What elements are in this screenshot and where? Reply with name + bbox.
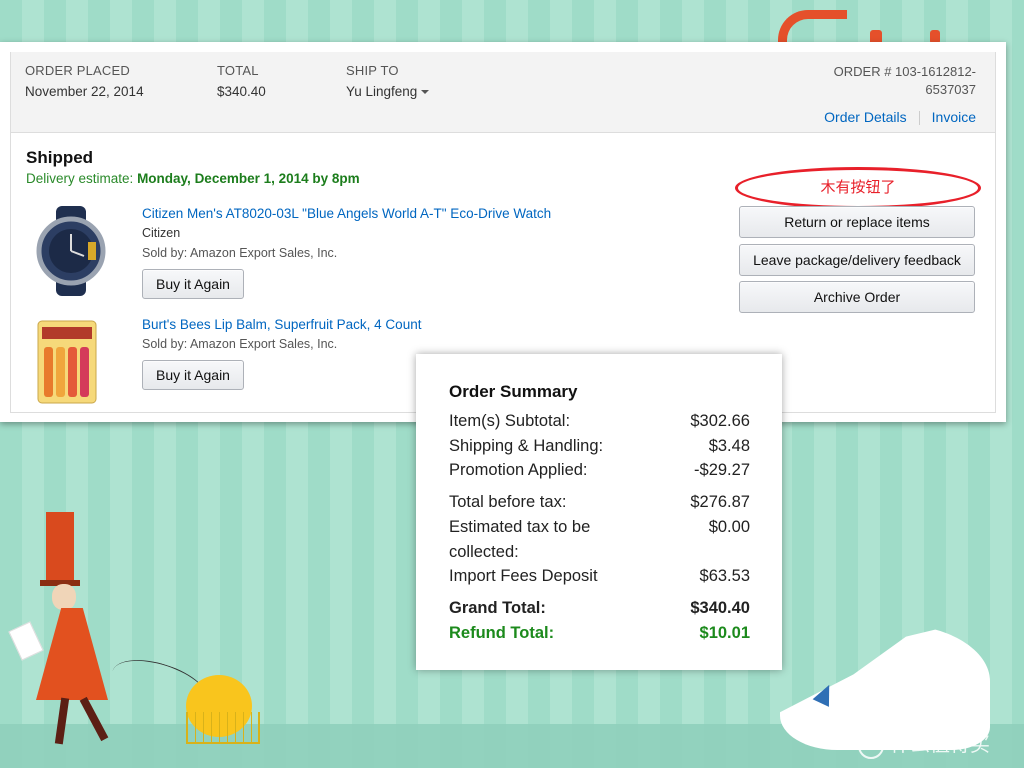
order-number-line1: ORDER # 103-1612812- bbox=[833, 64, 976, 79]
summary-label: Estimated tax to be bbox=[449, 518, 591, 536]
ship-to-dropdown[interactable]: Yu Lingfeng bbox=[346, 84, 430, 99]
order-links: Order Details Invoice bbox=[824, 109, 976, 126]
delivery-estimate: Delivery estimate: Monday, December 1, 2… bbox=[26, 171, 360, 186]
lip-balm-thumbnail[interactable] bbox=[26, 317, 116, 407]
invoice-link[interactable]: Invoice bbox=[932, 109, 976, 125]
watermark: 什么值得买 bbox=[858, 728, 990, 759]
summary-value: $0.00 bbox=[708, 518, 750, 536]
total-value: $340.40 bbox=[217, 84, 266, 99]
delivery-feedback-button[interactable]: Leave package/delivery feedback bbox=[739, 244, 975, 276]
summary-label: Promotion Applied: bbox=[449, 461, 588, 479]
order-header: ORDER PLACED November 22, 2014 TOTAL $34… bbox=[11, 52, 995, 133]
ship-to-column: SHIP TO Yu Lingfeng bbox=[346, 63, 430, 99]
summary-value: $302.66 bbox=[690, 412, 750, 430]
delivery-label: Delivery estimate: bbox=[26, 171, 134, 186]
summary-label: Grand Total: bbox=[449, 599, 546, 617]
order-placed-label: ORDER PLACED bbox=[25, 63, 130, 78]
buy-again-button[interactable]: Buy it Again bbox=[142, 360, 244, 390]
buy-again-button[interactable]: Buy it Again bbox=[142, 269, 244, 299]
watch-thumbnail[interactable] bbox=[26, 206, 116, 296]
annotation-ellipse: 木有按钮了 bbox=[735, 167, 981, 209]
person-illustration bbox=[52, 584, 76, 610]
order-placed-date: November 22, 2014 bbox=[25, 84, 144, 99]
summary-value: $3.48 bbox=[708, 437, 750, 455]
summary-row: Estimated tax to be collected: $0.00 bbox=[449, 518, 750, 568]
ship-to-label: SHIP TO bbox=[346, 63, 399, 78]
return-replace-button[interactable]: Return or replace items bbox=[739, 206, 975, 238]
summary-value: $276.87 bbox=[690, 493, 750, 511]
archive-order-button[interactable]: Archive Order bbox=[739, 281, 975, 313]
caret-down-icon bbox=[421, 90, 430, 95]
delivery-date: Monday, December 1, 2014 by 8pm bbox=[137, 171, 360, 186]
summary-label: Refund Total: bbox=[449, 624, 555, 642]
total-column: TOTAL $340.40 bbox=[217, 63, 266, 99]
summary-label-line2: collected: bbox=[449, 543, 519, 561]
summary-value: $10.01 bbox=[699, 624, 750, 642]
order-summary-title: Order Summary bbox=[449, 382, 578, 401]
product-brand: Citizen bbox=[142, 226, 181, 240]
shipment-status: Shipped bbox=[26, 148, 94, 167]
summary-value: $340.40 bbox=[690, 599, 750, 617]
summary-value: -$29.27 bbox=[694, 461, 750, 479]
summary-value: $63.53 bbox=[699, 567, 750, 585]
cart-illustration bbox=[186, 712, 260, 744]
order-number-line2: 6537037 bbox=[925, 82, 976, 97]
summary-label: Item(s) Subtotal: bbox=[449, 412, 571, 430]
list-item: Citizen Men's AT8020-03L "Blue Angels Wo… bbox=[26, 206, 626, 306]
summary-label: Import Fees Deposit bbox=[449, 567, 598, 585]
ship-to-name: Yu Lingfeng bbox=[346, 84, 418, 99]
paper-illustration bbox=[8, 621, 44, 661]
sold-by: Sold by: Amazon Export Sales, Inc. bbox=[142, 246, 338, 260]
sold-by: Sold by: Amazon Export Sales, Inc. bbox=[142, 337, 338, 351]
summary-label: Total before tax: bbox=[449, 493, 567, 511]
summary-label: Shipping & Handling: bbox=[449, 437, 604, 455]
person-illustration bbox=[36, 608, 108, 700]
watermark-text: 什么值得买 bbox=[890, 734, 990, 756]
order-summary-popup: Order Summary Item(s) Subtotal: $302.66 … bbox=[416, 354, 782, 670]
total-label: TOTAL bbox=[217, 63, 259, 78]
person-illustration bbox=[46, 512, 74, 582]
product-title-link[interactable]: Citizen Men's AT8020-03L "Blue Angels Wo… bbox=[142, 206, 551, 221]
order-number: ORDER # 103-1612812- 6537037 bbox=[834, 63, 976, 99]
product-title-link[interactable]: Burt's Bees Lip Balm, Superfruit Pack, 4… bbox=[142, 317, 421, 332]
watermark-icon bbox=[858, 732, 884, 759]
divider bbox=[918, 111, 920, 126]
order-details-link[interactable]: Order Details bbox=[824, 109, 906, 125]
order-placed-column: ORDER PLACED November 22, 2014 bbox=[25, 63, 144, 99]
